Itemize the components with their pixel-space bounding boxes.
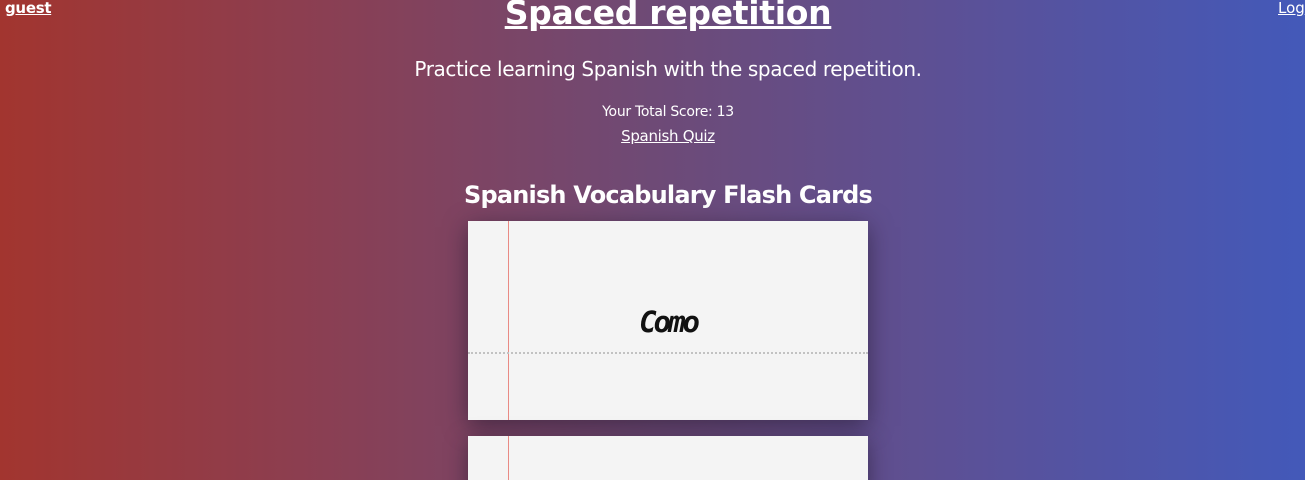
flashcard[interactable] <box>468 436 868 480</box>
total-score: Your Total Score: 13 <box>602 104 734 120</box>
card-margin-line <box>508 436 509 480</box>
flashcard[interactable]: Como <box>468 221 868 420</box>
flashcards-heading: Spanish Vocabulary Flash Cards <box>463 181 873 209</box>
page-subtitle: Practice learning Spanish with the space… <box>414 57 922 81</box>
card-dashed-line <box>468 352 868 354</box>
page-title[interactable]: Spaced repetition <box>0 0 1305 32</box>
spanish-quiz-link[interactable]: Spanish Quiz <box>621 127 715 145</box>
quiz-link-container: Spanish Quiz <box>0 127 1305 145</box>
flashcard-word: Como <box>639 305 700 339</box>
